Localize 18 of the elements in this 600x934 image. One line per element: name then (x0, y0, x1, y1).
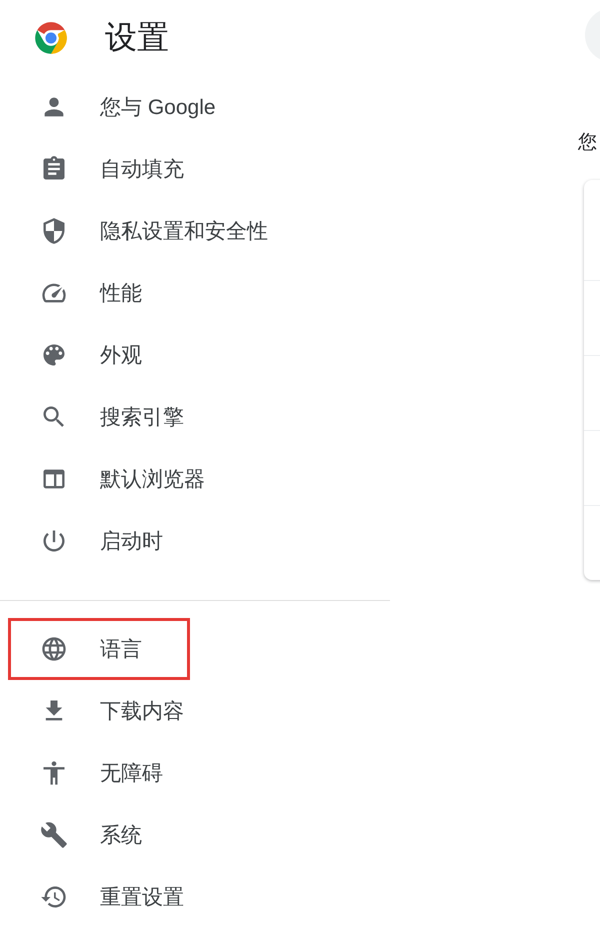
section-heading: 您 (578, 131, 597, 155)
sidebar-item[interactable]: 系统 (8, 804, 190, 866)
sidebar-item[interactable]: 您与 Google (8, 76, 235, 138)
sidebar-item[interactable]: 语言 (8, 618, 190, 680)
sidebar-item[interactable]: 重置设置 (8, 866, 203, 928)
sidebar-item[interactable]: 自动填充 (8, 138, 203, 200)
browser-logo-icon (32, 19, 70, 57)
sidebar-item[interactable]: 启动时 (8, 510, 190, 572)
wrench-icon (40, 821, 68, 849)
sidebar-item[interactable]: 隐私设置和安全性 (8, 200, 287, 262)
sidebar-item[interactable]: 性能 (8, 262, 190, 324)
sidebar-item[interactable]: 搜索引擎 (8, 386, 203, 448)
globe-icon (40, 635, 68, 663)
sidebar-item[interactable]: 外观 (8, 324, 190, 386)
sidebar-item[interactable]: 下载内容 (8, 680, 203, 742)
page-title: 设置 (105, 18, 169, 57)
sidebar-item[interactable]: 无障碍 (8, 742, 190, 804)
sidebar-item[interactable]: 默认浏览器 (8, 448, 224, 510)
